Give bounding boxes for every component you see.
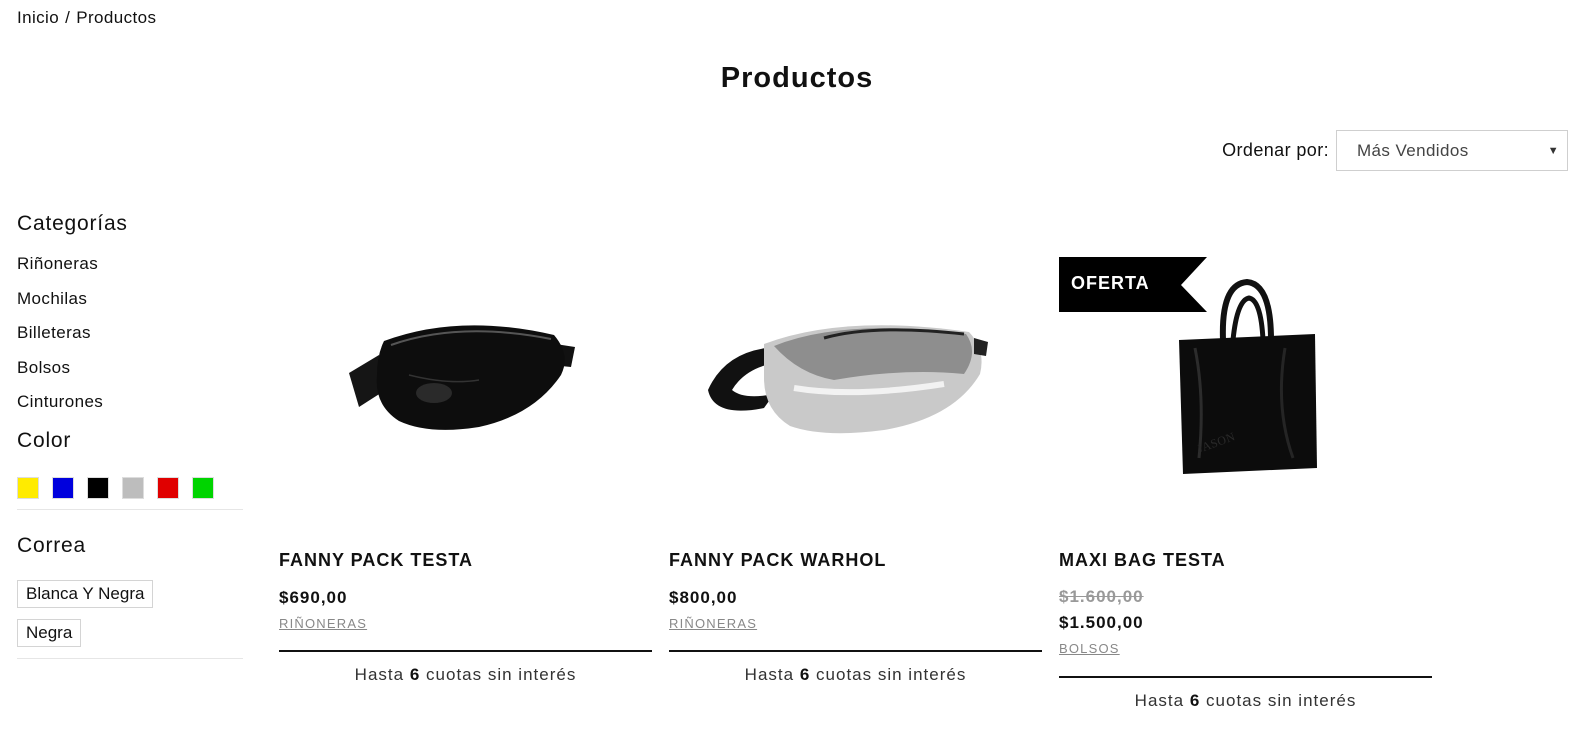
category-link-rinoneras[interactable]: Riñoneras: [17, 254, 243, 289]
installments-suffix: cuotas sin interés: [426, 665, 577, 684]
product-name[interactable]: FANNY PACK TESTA: [279, 550, 473, 571]
installments-text: Hasta 6 cuotas sin interés: [279, 665, 652, 685]
strap-title: Correa: [17, 533, 86, 557]
breadcrumb-home-link[interactable]: Inicio: [17, 8, 59, 27]
product-old-price: $1.600,00: [1059, 587, 1144, 606]
filters-sidebar: Categorías Riñoneras Mochilas Billeteras…: [17, 212, 243, 659]
product-name[interactable]: MAXI BAG TESTA: [1059, 550, 1226, 571]
color-swatch-blue[interactable]: [52, 476, 74, 499]
installments-prefix: Hasta: [744, 665, 795, 684]
color-swatch-green[interactable]: [192, 476, 214, 499]
sort-selected-value: Más Vendidos: [1357, 140, 1469, 160]
color-swatches: [17, 476, 243, 510]
product-price: $1.500,00: [1059, 613, 1144, 632]
page-title: Productos: [720, 62, 874, 94]
product-price: $690,00: [279, 588, 348, 607]
installments-prefix: Hasta: [354, 665, 405, 684]
category-link-mochilas[interactable]: Mochilas: [17, 289, 243, 324]
color-swatch-yellow[interactable]: [17, 476, 39, 499]
divider: [669, 650, 1042, 652]
color-swatch-black[interactable]: [87, 476, 109, 499]
breadcrumb: Inicio / Productos: [17, 8, 156, 28]
product-category-link[interactable]: BOLSOS: [1059, 641, 1120, 656]
breadcrumb-separator: /: [65, 8, 71, 27]
installments-count: 6: [799, 665, 811, 684]
product-card: FANNY PACK WARHOL $800,00 RIÑONERAS Hast…: [669, 250, 1042, 684]
product-price: $800,00: [669, 588, 738, 607]
divider: [1059, 676, 1432, 678]
product-image[interactable]: JASON OFERTA: [1059, 250, 1432, 520]
divider: [279, 650, 652, 652]
product-name[interactable]: FANNY PACK WARHOL: [669, 550, 886, 571]
color-swatch-red[interactable]: [157, 476, 179, 499]
category-link-cinturones[interactable]: Cinturones: [17, 392, 243, 427]
installments-count: 6: [1189, 691, 1201, 710]
product-image[interactable]: [669, 250, 1042, 520]
product-category-link[interactable]: RIÑONERAS: [279, 616, 367, 631]
strap-filter-blanca-y-negra[interactable]: Blanca Y Negra: [17, 579, 154, 608]
silver-fanny-pack-image: [708, 325, 988, 434]
strap-filter-negra[interactable]: Negra: [17, 618, 82, 647]
product-card: FANNY PACK TESTA $690,00 RIÑONERAS Hasta…: [279, 250, 652, 684]
strap-filters: Blanca Y Negra Negra: [17, 579, 243, 659]
category-link-billeteras[interactable]: Billeteras: [17, 323, 243, 358]
black-fanny-pack-image: [349, 325, 575, 430]
installments-count: 6: [409, 665, 421, 684]
categories-title: Categorías: [17, 212, 128, 235]
categories-list: Riñoneras Mochilas Billeteras Bolsos Cin…: [17, 254, 243, 427]
sort-control: Ordenar por: Más Vendidos ▼: [1222, 130, 1568, 171]
installments-prefix: Hasta: [1134, 691, 1185, 710]
color-swatch-grey[interactable]: [122, 476, 144, 499]
breadcrumb-current: Productos: [76, 8, 157, 27]
color-title: Color: [17, 428, 72, 452]
sort-select[interactable]: Más Vendidos ▼: [1336, 130, 1568, 171]
installments-text: Hasta 6 cuotas sin interés: [1059, 691, 1432, 711]
category-link-bolsos[interactable]: Bolsos: [17, 358, 243, 393]
sale-badge-label: OFERTA: [1071, 273, 1150, 293]
product-image[interactable]: [279, 250, 652, 520]
sort-label: Ordenar por:: [1222, 140, 1329, 160]
installments-suffix: cuotas sin interés: [816, 665, 967, 684]
product-category-link[interactable]: RIÑONERAS: [669, 616, 757, 631]
chevron-down-icon: ▼: [1547, 144, 1559, 157]
product-card: JASON OFERTA MAXI BAG TESTA $1.600,00 $1…: [1059, 250, 1432, 710]
installments-suffix: cuotas sin interés: [1206, 691, 1357, 710]
installments-text: Hasta 6 cuotas sin interés: [669, 665, 1042, 685]
